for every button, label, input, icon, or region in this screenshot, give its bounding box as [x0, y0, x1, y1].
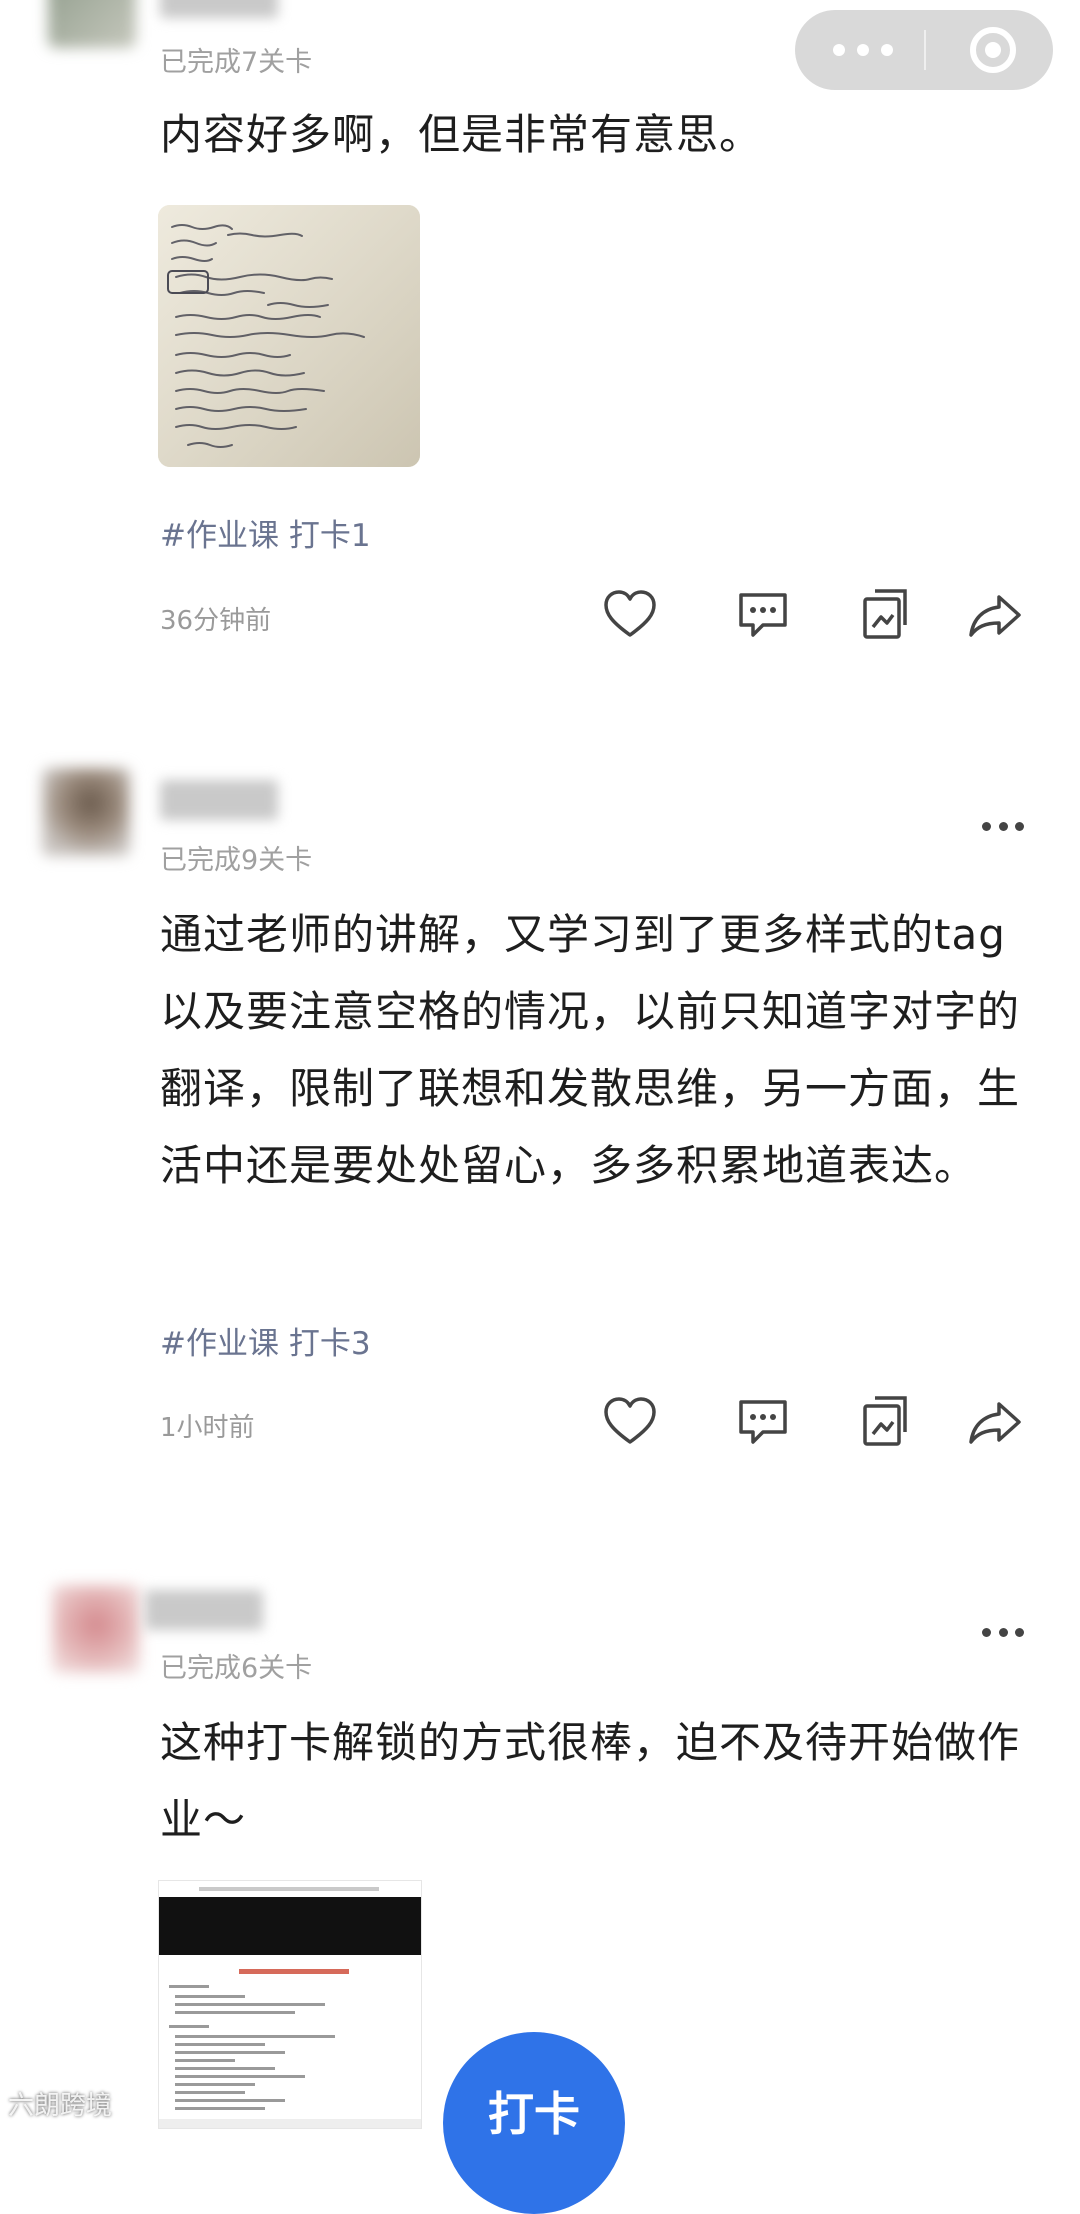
level-progress: 已完成6关卡 — [160, 1653, 313, 1684]
avatar[interactable] — [52, 1585, 140, 1673]
post-content: 内容好多啊，但是非常有意思。 — [160, 110, 763, 159]
level-progress: 已完成7关卡 — [160, 47, 313, 78]
nickname[interactable] — [145, 1590, 263, 1630]
miniprogram-capsule — [795, 10, 1053, 90]
forward-arrow-icon[interactable] — [965, 1392, 1025, 1452]
post-photo[interactable] — [158, 1880, 422, 2129]
more-options-icon[interactable] — [982, 1626, 1024, 1638]
action-bar — [600, 585, 1030, 645]
checkin-label: 打卡 — [488, 2087, 580, 2141]
post-time: 1小时前 — [160, 1413, 255, 1443]
action-bar — [600, 1392, 1030, 1452]
card-share-icon[interactable] — [855, 585, 915, 645]
watermark: 六朗跨境 — [8, 2091, 113, 2121]
topic-tag[interactable]: #作业课 打卡1 — [160, 510, 371, 555]
heart-icon[interactable] — [600, 585, 660, 645]
capsule-divider — [924, 30, 926, 70]
post-content: 通过老师的讲解，又学习到了更多样式的tag以及要注意空格的情况，以前只知道字对字… — [160, 910, 1021, 1190]
nickname[interactable] — [160, 780, 278, 820]
checkin-button[interactable]: 打卡 — [443, 2032, 625, 2214]
forward-arrow-icon[interactable] — [965, 585, 1025, 645]
level-progress: 已完成9关卡 — [160, 845, 313, 876]
heart-icon[interactable] — [600, 1392, 660, 1452]
more-dots-icon[interactable] — [833, 40, 893, 60]
more-options-icon[interactable] — [982, 820, 1024, 832]
post-content: 这种打卡解锁的方式很棒，迫不及待开始做作业～ — [160, 1718, 1021, 1844]
target-circle-icon[interactable] — [967, 24, 1019, 76]
post-photo[interactable] — [158, 205, 420, 467]
comment-bubble-icon[interactable] — [733, 1392, 793, 1452]
avatar[interactable] — [48, 0, 136, 48]
card-share-icon[interactable] — [855, 1392, 915, 1452]
comment-bubble-icon[interactable] — [733, 585, 793, 645]
topic-tag[interactable]: #作业课 打卡3 — [160, 1318, 371, 1363]
nickname[interactable] — [160, 0, 278, 18]
avatar[interactable] — [42, 768, 130, 856]
post-time: 36分钟前 — [160, 606, 272, 636]
